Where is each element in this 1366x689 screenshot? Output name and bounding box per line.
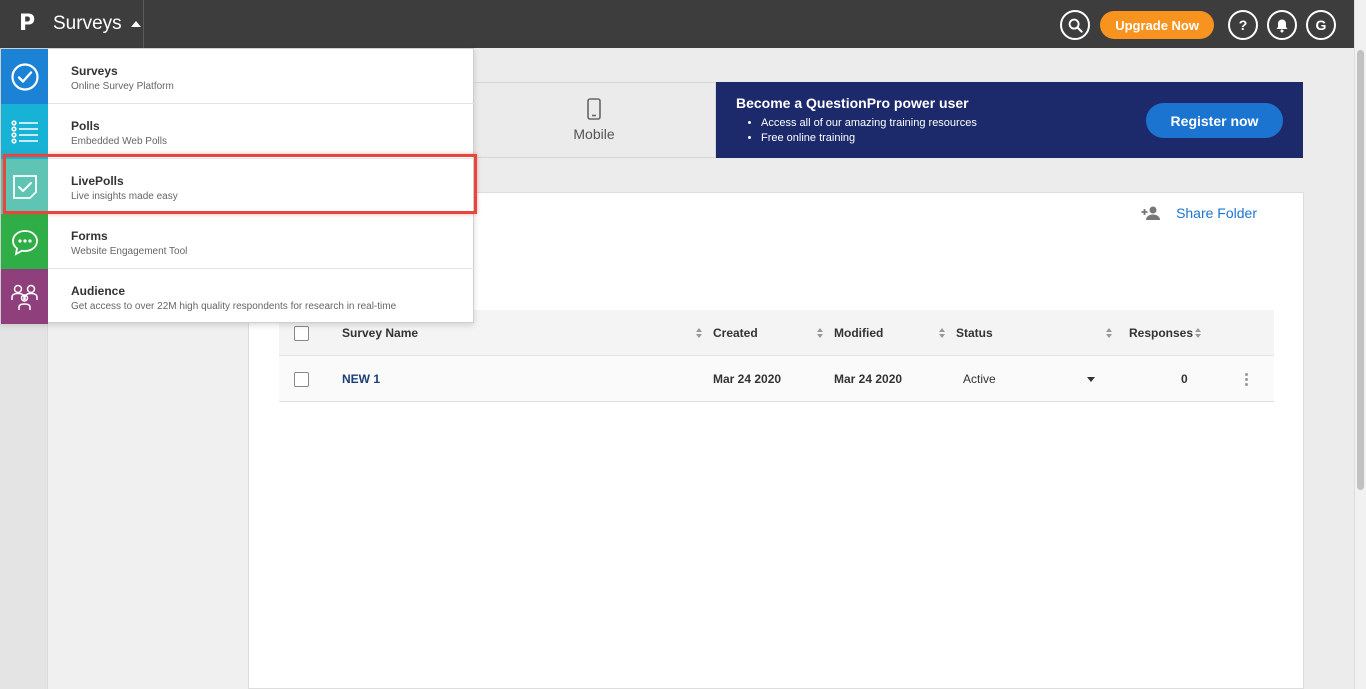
menu-item-title: Forms bbox=[71, 229, 108, 243]
mobile-phone-icon bbox=[587, 98, 601, 120]
menu-item-title: Polls bbox=[71, 119, 100, 133]
search-icon bbox=[1068, 18, 1083, 33]
responses-count[interactable]: 0 bbox=[1181, 356, 1188, 402]
menu-item-audience[interactable]: Audience Get access to over 22M high qua… bbox=[1, 269, 474, 324]
people-icon bbox=[1, 269, 48, 324]
menu-item-forms[interactable]: Forms Website Engagement Tool bbox=[1, 214, 474, 269]
created-date: Mar 24 2020 bbox=[713, 372, 782, 386]
menu-item-subtitle: Online Survey Platform bbox=[71, 81, 174, 92]
menu-item-subtitle: Website Engagement Tool bbox=[71, 246, 188, 257]
more-options-icon[interactable] bbox=[1245, 372, 1248, 386]
search-button[interactable] bbox=[1060, 10, 1091, 40]
modified-date: Mar 24 2020 bbox=[834, 372, 903, 386]
column-header-responses[interactable]: Responses bbox=[1129, 310, 1193, 356]
add-person-icon bbox=[1141, 206, 1161, 220]
menu-item-subtitle: Get access to over 22M high quality resp… bbox=[71, 301, 397, 312]
create-mobile-card[interactable]: Mobile bbox=[472, 82, 716, 158]
livepolls-highlight-box bbox=[3, 154, 477, 214]
menu-item-surveys[interactable]: Surveys Online Survey Platform bbox=[1, 49, 474, 104]
promo-title: Become a QuestionPro power user bbox=[736, 95, 969, 111]
sort-icon[interactable] bbox=[1195, 328, 1201, 338]
survey-name-link[interactable]: NEW 1 bbox=[342, 356, 380, 402]
row-checkbox[interactable] bbox=[294, 371, 309, 387]
share-folder-button[interactable]: Share Folder bbox=[1141, 205, 1257, 221]
upgrade-now-button[interactable]: Upgrade Now bbox=[1100, 11, 1214, 39]
sort-icon[interactable] bbox=[1106, 328, 1112, 338]
table-row[interactable]: NEW 1 Mar 24 2020 Mar 24 2020 Active 0 bbox=[279, 356, 1274, 402]
mobile-label: Mobile bbox=[573, 126, 615, 142]
check-circle-icon bbox=[1, 49, 48, 104]
column-header-created[interactable]: Created bbox=[713, 310, 758, 356]
register-now-button[interactable]: Register now bbox=[1146, 103, 1283, 138]
sort-icon[interactable] bbox=[817, 328, 823, 338]
product-switcher[interactable]: P Surveys bbox=[0, 0, 144, 48]
bell-icon bbox=[1276, 19, 1288, 32]
menu-item-subtitle: Embedded Web Polls bbox=[71, 136, 167, 147]
notifications-button[interactable] bbox=[1267, 10, 1297, 40]
sort-icon[interactable] bbox=[696, 328, 702, 338]
product-name[interactable]: Surveys bbox=[53, 13, 122, 35]
top-navigation-bar: P Surveys Upgrade Now ? G bbox=[0, 0, 1354, 48]
menu-item-title: Audience bbox=[71, 284, 126, 298]
promo-bullet: Free online training bbox=[761, 131, 977, 146]
column-header-modified[interactable]: Modified bbox=[834, 310, 883, 356]
status-value[interactable]: Active bbox=[963, 356, 996, 402]
top-actions: Upgrade Now ? G bbox=[1051, 10, 1336, 40]
chat-bubble-icon bbox=[1, 214, 48, 269]
scrollbar-thumb[interactable] bbox=[1357, 50, 1364, 490]
status-dropdown-icon[interactable] bbox=[1087, 376, 1095, 382]
sort-icon[interactable] bbox=[939, 328, 945, 338]
questionpro-logo: P bbox=[19, 11, 36, 36]
share-folder-label[interactable]: Share Folder bbox=[1176, 205, 1257, 221]
list-icon bbox=[1, 104, 48, 159]
promo-bullet: Access all of our amazing training resou… bbox=[761, 116, 977, 131]
menu-item-title: Surveys bbox=[71, 64, 118, 78]
menu-item-polls[interactable]: Polls Embedded Web Polls bbox=[1, 104, 474, 159]
promo-bullets: Access all of our amazing training resou… bbox=[761, 116, 977, 146]
training-promo-banner: Become a QuestionPro power user Access a… bbox=[716, 82, 1303, 158]
caret-up-icon[interactable] bbox=[130, 21, 141, 27]
help-button[interactable]: ? bbox=[1228, 10, 1258, 40]
user-avatar-button[interactable]: G bbox=[1306, 10, 1336, 40]
page-scrollbar[interactable] bbox=[1354, 0, 1366, 689]
column-header-status[interactable]: Status bbox=[956, 310, 993, 356]
select-all-checkbox[interactable] bbox=[294, 325, 309, 341]
